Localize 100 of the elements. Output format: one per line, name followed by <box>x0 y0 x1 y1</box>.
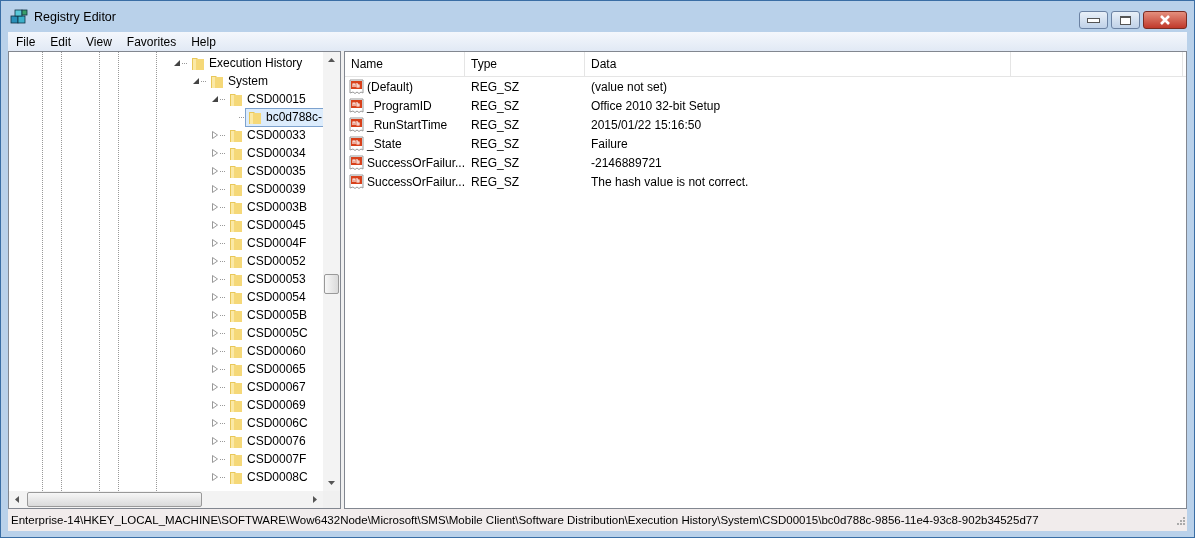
table-cell-text: REG_SZ <box>470 117 520 132</box>
window-title: Registry Editor <box>34 9 116 24</box>
tree-item[interactable]: CSD0003B <box>226 197 312 217</box>
column-header[interactable]: Name <box>345 52 465 76</box>
value-name[interactable]: _ProgramID <box>367 98 432 113</box>
tree-item[interactable]: CSD00039 <box>226 179 310 199</box>
string-value-icon <box>349 154 365 171</box>
string-value-icon <box>349 97 365 114</box>
folder-icon <box>228 379 244 395</box>
tree-toggle-icon[interactable] <box>211 419 219 427</box>
folder-icon <box>228 415 244 431</box>
folder-icon <box>228 253 244 269</box>
value-name[interactable]: SuccessOrFailur... <box>366 174 465 189</box>
tree-item[interactable]: CSD00052 <box>226 251 310 271</box>
tree-toggle-icon[interactable] <box>192 77 200 85</box>
table-cell-text: 2015/01/22 15:16:50 <box>590 117 703 132</box>
column-header[interactable]: Type <box>465 52 585 76</box>
tree-item[interactable]: CSD00015 <box>226 89 310 109</box>
tree-item[interactable]: CSD00045 <box>226 215 310 235</box>
string-value-icon <box>349 135 365 152</box>
menu-item[interactable]: Favorites <box>118 34 184 49</box>
scroll-thumb[interactable] <box>27 492 202 507</box>
tree-toggle-icon[interactable] <box>211 329 219 337</box>
table-cell-text: Failure <box>590 136 629 151</box>
tree-toggle-icon[interactable] <box>211 185 219 193</box>
tree-item[interactable]: CSD00060 <box>226 341 310 361</box>
tree-toggle-icon[interactable] <box>211 311 219 319</box>
folder-icon <box>209 73 225 89</box>
folder-icon <box>228 181 244 197</box>
tree-item[interactable]: System <box>207 71 272 91</box>
tree-item[interactable]: CSD0007F <box>226 449 311 469</box>
table-cell-text: REG_SZ <box>470 79 520 94</box>
tree-toggle-icon[interactable] <box>211 365 219 373</box>
menu-item[interactable]: Help <box>183 34 223 49</box>
table-cell-text: REG_SZ <box>470 136 520 151</box>
folder-icon <box>228 271 244 287</box>
tree-toggle-icon[interactable] <box>211 95 219 103</box>
tree-item[interactable]: CSD0004F <box>226 233 311 253</box>
minimize-button[interactable] <box>1079 11 1108 29</box>
close-icon <box>1158 15 1172 25</box>
tree-toggle-icon[interactable] <box>211 455 219 463</box>
value-name[interactable]: SuccessOrFailur... <box>366 155 465 170</box>
table-cell-text: REG_SZ <box>470 98 520 113</box>
scroll-down-icon[interactable] <box>328 481 335 485</box>
folder-icon <box>228 127 244 143</box>
table-cell-text: Office 2010 32-bit Setup <box>590 98 722 113</box>
tree-item[interactable]: CSD00053 <box>226 269 310 289</box>
tree-item[interactable]: CSD0008C <box>226 467 312 487</box>
tree-item[interactable]: CSD00076 <box>226 431 310 451</box>
tree-item[interactable]: CSD00067 <box>226 377 310 397</box>
tree-item[interactable]: CSD00035 <box>226 161 310 181</box>
cubes-icon <box>10 8 28 25</box>
tree-toggle-icon[interactable] <box>211 383 219 391</box>
tree-item[interactable]: CSD00033 <box>226 125 310 145</box>
tree-item[interactable]: CSD00034 <box>226 143 310 163</box>
tree-toggle-icon[interactable] <box>211 437 219 445</box>
scroll-left-icon[interactable] <box>15 496 19 503</box>
resize-grip-icon[interactable] <box>1175 515 1185 525</box>
table-cell-text: REG_SZ <box>470 155 520 170</box>
tree-item[interactable]: CSD0005C <box>226 323 312 343</box>
value-name[interactable]: _State <box>367 136 402 151</box>
folder-icon <box>228 163 244 179</box>
folder-icon <box>228 469 244 485</box>
tree-toggle-icon[interactable] <box>211 347 219 355</box>
tree-item[interactable]: CSD00054 <box>226 287 310 307</box>
tree-item[interactable]: CSD00065 <box>226 359 310 379</box>
tree-toggle-icon[interactable] <box>211 203 219 211</box>
tree-toggle-icon[interactable] <box>211 167 219 175</box>
folder-icon <box>228 217 244 233</box>
value-name[interactable]: _RunStartTime <box>367 117 448 132</box>
tree-toggle-icon[interactable] <box>211 293 219 301</box>
column-header[interactable]: Data <box>585 52 1011 76</box>
tree-item[interactable]: Execution History <box>188 53 307 73</box>
value-name[interactable]: (Default) <box>367 79 413 94</box>
vertical-scrollbar[interactable] <box>323 52 340 491</box>
tree-toggle-icon[interactable] <box>211 275 219 283</box>
tree-item[interactable]: CSD0006C <box>226 413 312 433</box>
minimize-icon <box>1087 17 1100 23</box>
tree-toggle-icon[interactable] <box>211 221 219 229</box>
tree-item[interactable]: CSD0005B <box>226 305 312 325</box>
string-value-icon <box>349 78 365 95</box>
tree-toggle-icon[interactable] <box>211 401 219 409</box>
tree-toggle-icon[interactable] <box>211 131 219 139</box>
menu-item[interactable]: View <box>78 34 119 49</box>
tree-toggle-icon[interactable] <box>211 239 219 247</box>
string-value-icon <box>349 173 365 190</box>
menu-item[interactable]: Edit <box>42 34 79 49</box>
tree-toggle-icon[interactable] <box>211 473 219 481</box>
table-cell-text: The hash value is not correct. <box>590 174 750 189</box>
tree-item[interactable]: CSD00069 <box>226 395 310 415</box>
scroll-right-icon[interactable] <box>313 496 317 503</box>
close-button[interactable] <box>1143 11 1187 29</box>
maximize-button[interactable] <box>1111 11 1140 29</box>
menu-item[interactable]: File <box>8 34 43 49</box>
tree-toggle-icon[interactable] <box>211 257 219 265</box>
scroll-up-icon[interactable] <box>328 58 335 62</box>
tree-toggle-icon[interactable] <box>173 59 181 67</box>
tree-toggle-icon[interactable] <box>211 149 219 157</box>
folder-icon <box>228 199 244 215</box>
scroll-thumb[interactable] <box>324 274 339 294</box>
